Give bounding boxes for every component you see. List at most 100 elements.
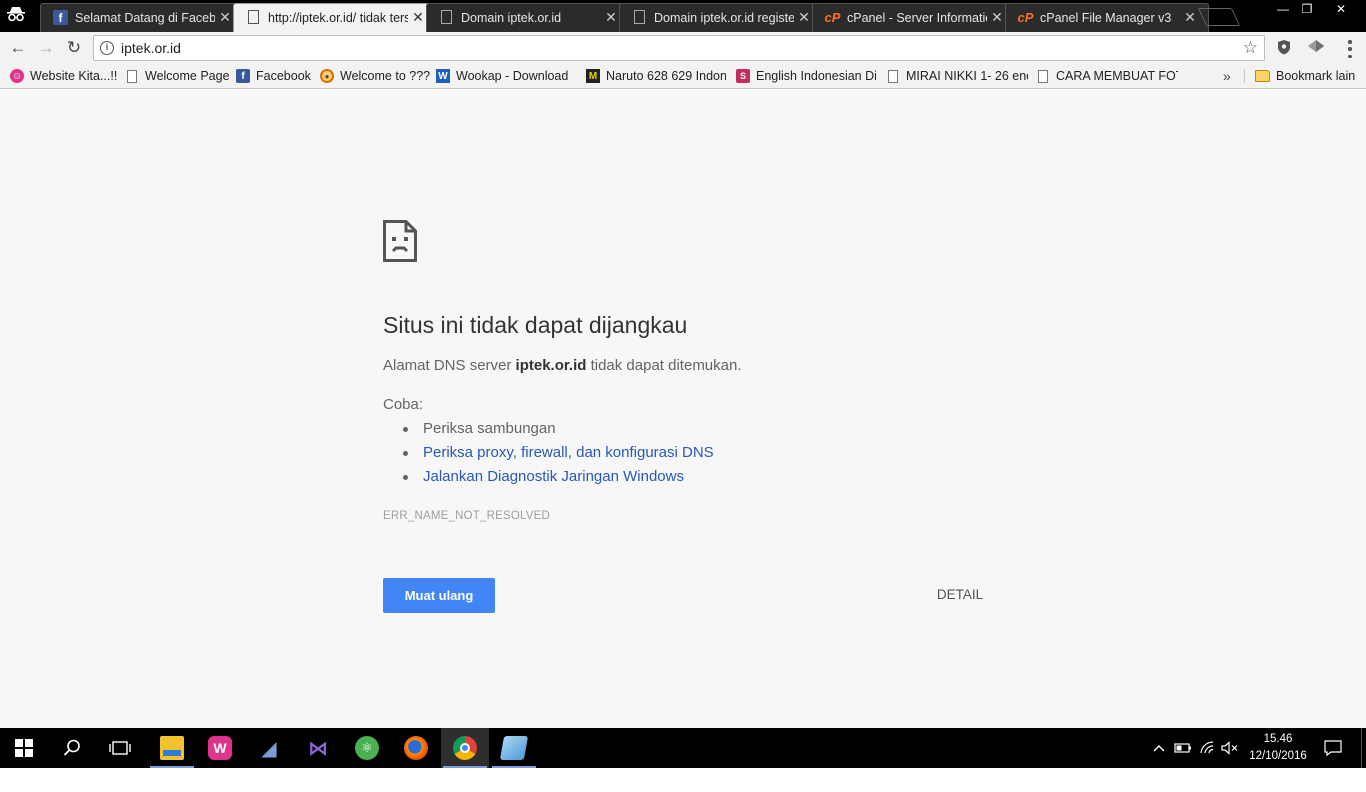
bookmark-welcome-page[interactable]: Welcome Page [125, 67, 231, 85]
visual-studio-icon[interactable]: ⋈ [294, 728, 342, 768]
error-title: Situs ini tidak dapat dijangkau [383, 312, 688, 338]
windows-taskbar: W ◢ ⋈ ⚛ 15.46 12/10/2016 [0, 728, 1366, 768]
shield-icon[interactable] [1275, 39, 1293, 57]
facebook-icon: f [53, 10, 68, 25]
firefox-icon[interactable] [392, 728, 440, 768]
other-bookmarks-folder[interactable]: Bookmark lain [1255, 67, 1361, 85]
menu-icon[interactable] [1342, 40, 1358, 58]
reload-button[interactable]: ↻ [62, 36, 86, 60]
bookmark-mirai-nikki[interactable]: MIRAI NIKKI 1- 26 enc [886, 67, 1028, 85]
pink-circle-icon: ☺ [10, 69, 24, 83]
tab-close-icon[interactable]: ✕ [989, 9, 1005, 25]
browser-toolbar: ← → ↻ i iptek.or.id ☆ [0, 32, 1366, 63]
reload-page-button[interactable]: Muat ulang [383, 578, 495, 613]
naruto-icon: M [586, 69, 600, 83]
tab-close-icon[interactable]: ✕ [410, 9, 426, 25]
tab-strip: f Selamat Datang di Facebook ✕ http://ip… [0, 0, 1366, 32]
bookmark-label: MIRAI NIKKI 1- 26 enc [906, 69, 1028, 83]
chrome-icon[interactable] [441, 728, 489, 768]
tab-domain-iptek[interactable]: Domain iptek.or.id ✕ [426, 3, 630, 32]
tab-cpanel-server[interactable]: cP cPanel - Server Information ✕ [812, 3, 1016, 32]
url-text[interactable]: iptek.or.id [121, 40, 181, 57]
tab-iptek-error[interactable]: http://iptek.or.id/ tidak tersedia ✕ [233, 3, 437, 32]
tab-close-icon[interactable]: ✕ [603, 9, 619, 25]
bookmark-naruto[interactable]: M Naruto 628 629 Indon [586, 67, 726, 85]
file-explorer-icon[interactable] [148, 728, 196, 768]
volume-muted-icon[interactable] [1220, 728, 1240, 768]
start-button[interactable] [0, 728, 48, 768]
address-bar[interactable]: i iptek.or.id ☆ [93, 35, 1265, 61]
clock-time: 15.46 [1263, 733, 1293, 745]
bookmark-label: Facebook [256, 69, 311, 83]
document-icon [248, 10, 259, 24]
wifi-icon[interactable] [1198, 728, 1218, 768]
bookmarks-bar: ☺ Website Kita...!! Welcome Page f Faceb… [0, 63, 1366, 89]
wamp-icon[interactable]: W [196, 728, 244, 768]
bookmarks-overflow-chevron[interactable]: » [1223, 67, 1231, 85]
details-button[interactable]: DETAIL [930, 584, 990, 606]
bookmark-label: Welcome to ??? [340, 69, 430, 83]
folder-icon [1255, 70, 1270, 82]
check-proxy-link[interactable]: Periksa proxy, firewall, dan konfigurasi… [423, 444, 714, 461]
bookmark-website-kita[interactable]: ☺ Website Kita...!! [10, 67, 118, 85]
network-diagnostics-link[interactable]: Jalankan Diagnostik Jaringan Windows [423, 468, 684, 485]
dolphin-app-icon[interactable]: ◢ [245, 728, 293, 768]
bookmark-label: Welcome Page [145, 69, 230, 83]
search-icon[interactable] [48, 728, 96, 768]
document-icon [634, 10, 645, 24]
tab-title: cPanel - Server Information [847, 11, 987, 25]
document-icon [1038, 69, 1048, 83]
show-desktop-button[interactable] [1361, 728, 1362, 768]
show-hidden-icons-chevron[interactable] [1150, 728, 1168, 768]
dictionary-icon: S [736, 69, 750, 83]
bookmark-label: Wookap - Download [456, 69, 569, 83]
facebook-icon: f [236, 69, 250, 83]
extension-icon[interactable] [1307, 39, 1325, 57]
clock-date: 12/10/2016 [1249, 750, 1307, 762]
tab-close-icon[interactable]: ✕ [217, 9, 233, 25]
bookmark-label: Website Kita...!! [30, 69, 118, 83]
bookmark-english-indonesian[interactable]: S English Indonesian Di [736, 67, 876, 85]
taskbar-clock[interactable]: 15.46 12/10/2016 [1242, 731, 1314, 765]
new-tab-button[interactable] [1197, 8, 1241, 26]
tab-facebook[interactable]: f Selamat Datang di Facebook ✕ [40, 3, 244, 32]
bookmark-wookap[interactable]: W Wookap - Download [436, 67, 576, 85]
document-icon [127, 69, 137, 83]
info-icon[interactable]: i [100, 41, 114, 55]
orange-badge-icon: ● [320, 69, 334, 83]
bookmark-label: Naruto 628 629 Indon [606, 69, 726, 83]
tab-domain-registered[interactable]: Domain iptek.or.id registered ✕ [619, 3, 823, 32]
bookmark-facebook[interactable]: f Facebook [236, 67, 314, 85]
cpanel-icon: cP [1017, 10, 1034, 25]
atom-editor-icon[interactable]: ⚛ [343, 728, 391, 768]
tab-close-icon[interactable]: ✕ [1182, 9, 1198, 25]
back-button[interactable]: ← [6, 36, 30, 60]
close-window-button[interactable]: ✕ [1316, 0, 1366, 18]
bookmark-label: CARA MEMBUAT FOTO [1056, 69, 1178, 83]
suggestion-check-proxy[interactable]: Periksa proxy, firewall, dan konfigurasi… [403, 444, 714, 462]
action-center-icon[interactable] [1320, 728, 1346, 768]
battery-icon[interactable] [1173, 728, 1193, 768]
tab-title: http://iptek.or.id/ tidak tersedia [268, 11, 408, 25]
bookmark-welcome-to[interactable]: ● Welcome to ??? [320, 67, 430, 85]
error-hostname: iptek.or.id [515, 357, 587, 374]
bookmark-label: English Indonesian Di [756, 69, 876, 83]
sad-page-icon [383, 220, 417, 262]
bookmark-star-icon[interactable]: ☆ [1243, 38, 1258, 58]
bookmark-cara-membuat-foto[interactable]: CARA MEMBUAT FOTO [1036, 67, 1178, 85]
error-description: Alamat DNS server iptek.or.id tidak dapa… [383, 357, 742, 374]
tab-cpanel-file-manager[interactable]: cP cPanel File Manager v3 ✕ [1005, 3, 1209, 32]
wookap-icon: W [436, 69, 450, 83]
forward-button[interactable]: → [34, 36, 58, 60]
task-view-icon[interactable] [96, 728, 144, 768]
tab-close-icon[interactable]: ✕ [796, 9, 812, 25]
tab-title: Domain iptek.or.id registered [654, 11, 794, 25]
tab-title: Domain iptek.or.id [461, 11, 562, 25]
incognito-icon [4, 6, 28, 26]
document-icon [441, 10, 452, 24]
suggestion-run-diagnostics[interactable]: Jalankan Diagnostik Jaringan Windows [403, 468, 684, 486]
other-bookmarks-label: Bookmark lain [1276, 69, 1356, 83]
notepad-app-icon[interactable] [490, 728, 538, 768]
error-code: ERR_NAME_NOT_RESOLVED [383, 510, 550, 522]
cpanel-icon: cP [824, 10, 841, 25]
